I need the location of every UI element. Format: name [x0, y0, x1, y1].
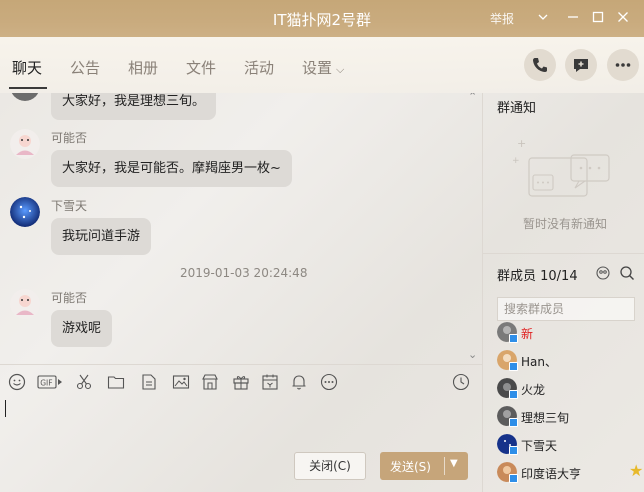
- send-button[interactable]: 发送(S) ▼: [380, 452, 468, 480]
- doc-icon[interactable]: [140, 373, 160, 393]
- report-link[interactable]: 举报: [490, 10, 514, 27]
- notice-title: 群通知: [497, 101, 537, 116]
- more-dots-icon[interactable]: [320, 373, 340, 393]
- message-bubble: 大家好，我是理想三旬。: [51, 93, 217, 120]
- phone-icon: [533, 58, 547, 72]
- tab-files[interactable]: 文件: [186, 57, 216, 78]
- add-chat-icon: [574, 59, 588, 72]
- sender-name: 可能否: [51, 131, 88, 145]
- dropdown-icon[interactable]: [532, 7, 554, 29]
- scroll-up-icon[interactable]: ⌃: [468, 93, 477, 103]
- shop-icon[interactable]: [201, 373, 221, 393]
- bell-icon[interactable]: [290, 373, 310, 393]
- message-bubble: 大家好，我是可能否。摩羯座男一枚~: [51, 150, 292, 187]
- member-name: 新: [521, 327, 534, 341]
- sender-name: 下雪天: [51, 199, 88, 213]
- composer-toolbar: GIF: [0, 364, 482, 400]
- sender-name: 可能否: [51, 291, 88, 305]
- member-device-icon: [509, 474, 518, 483]
- member-device-icon: [509, 362, 518, 371]
- svg-text:+: +: [513, 156, 520, 166]
- tab-bar: 聊天 公告 相册 文件 活动 设置 ⌵: [0, 37, 644, 93]
- search-icon[interactable]: [619, 265, 635, 281]
- close-button[interactable]: 关闭(C): [294, 452, 366, 480]
- members-title: 群成员 10/14: [497, 269, 578, 284]
- gif-icon[interactable]: GIF: [37, 373, 63, 393]
- message-bubble: 我玩问道手游: [51, 218, 152, 255]
- member-name: 理想三旬: [521, 411, 570, 425]
- member-item[interactable]: 理想三旬: [497, 405, 637, 429]
- avatar[interactable]: [10, 93, 40, 101]
- avatar[interactable]: [10, 129, 40, 159]
- maximize-icon[interactable]: [587, 7, 609, 29]
- history-clock-icon[interactable]: [452, 373, 472, 393]
- side-panel: 群通知 + + 暂时没有新通知 群成员 10/14 搜索群成员 新 Han、 火…: [482, 93, 644, 492]
- member-item[interactable]: 新: [497, 321, 637, 345]
- svg-text:GIF: GIF: [40, 379, 52, 388]
- tab-settings[interactable]: 设置 ⌵: [302, 57, 344, 78]
- emoji-icon[interactable]: [8, 373, 28, 393]
- member-device-icon: [509, 418, 518, 427]
- scissors-icon[interactable]: [75, 373, 95, 393]
- message-timestamp: 2019-01-03 20:24:48: [180, 266, 308, 280]
- phone-button[interactable]: [524, 49, 556, 81]
- chevron-down-icon: ⌵: [336, 63, 345, 76]
- avatar[interactable]: [10, 289, 40, 319]
- close-icon[interactable]: [612, 7, 634, 29]
- member-item[interactable]: 印度语大亨 ★: [497, 461, 643, 485]
- folder-icon[interactable]: [107, 373, 127, 393]
- message-bubble: 游戏呢: [51, 310, 113, 347]
- panel-divider: [483, 253, 644, 254]
- star-icon: ★: [629, 461, 644, 480]
- text-caret: [5, 400, 6, 417]
- tab-activities[interactable]: 活动: [244, 57, 274, 78]
- more-icon: [615, 63, 631, 67]
- title-bar: IT猫扑网2号群 举报: [0, 0, 644, 37]
- member-name: 下雪天: [521, 439, 558, 453]
- tab-settings-label: 设置: [302, 59, 333, 77]
- member-search-input[interactable]: 搜索群成员: [497, 297, 635, 321]
- member-item[interactable]: Han、: [497, 349, 637, 373]
- member-name: 火龙: [521, 383, 546, 397]
- member-settings-icon[interactable]: [595, 265, 611, 281]
- tab-announcements[interactable]: 公告: [70, 57, 100, 78]
- member-name: 印度语大亨: [521, 467, 582, 481]
- member-device-icon: [509, 334, 518, 343]
- send-divider: [444, 457, 445, 475]
- send-button-label: 发送(S): [390, 460, 431, 474]
- empty-notice-illustration: + +: [512, 133, 623, 213]
- tab-chat[interactable]: 聊天: [12, 57, 42, 78]
- active-tab-indicator: [9, 87, 47, 89]
- calendar-icon[interactable]: [261, 373, 281, 393]
- svg-text:+: +: [517, 137, 526, 150]
- minimize-icon[interactable]: [562, 7, 584, 29]
- message-input[interactable]: [0, 400, 482, 448]
- image-icon[interactable]: [172, 373, 192, 393]
- member-item[interactable]: 下雪天: [497, 433, 637, 457]
- empty-notice-text: 暂时没有新通知: [523, 217, 608, 231]
- member-device-icon: [509, 390, 518, 399]
- member-name: Han、: [521, 355, 557, 369]
- member-device-icon: [509, 446, 518, 455]
- chat-area[interactable]: 大家好，我是理想三旬。 可能否 大家好，我是可能否。摩羯座男一枚~ 下雪天 我玩…: [0, 93, 482, 363]
- scroll-down-icon[interactable]: ⌄: [468, 348, 477, 361]
- tab-album[interactable]: 相册: [128, 57, 158, 78]
- more-button[interactable]: [607, 49, 639, 81]
- add-chat-button[interactable]: [565, 49, 597, 81]
- member-item[interactable]: 火龙: [497, 377, 637, 401]
- avatar[interactable]: [10, 197, 40, 227]
- gift-icon[interactable]: [232, 373, 252, 393]
- send-options-chevron-icon[interactable]: ▼: [450, 458, 458, 469]
